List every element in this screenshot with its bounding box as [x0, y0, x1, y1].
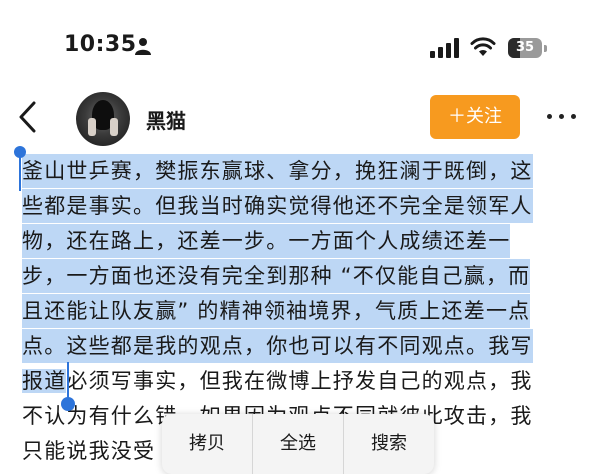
- search-menu-item[interactable]: 搜索: [344, 414, 434, 474]
- back-icon[interactable]: [14, 98, 44, 136]
- wifi-icon: [470, 37, 496, 56]
- selection-end-handle[interactable]: [61, 397, 75, 411]
- person-icon: [135, 38, 151, 55]
- battery-level: 35: [515, 40, 535, 55]
- copy-menu-item[interactable]: 拷贝: [162, 414, 252, 474]
- avatar[interactable]: [76, 92, 130, 146]
- article-line: 釜山世乒赛，樊振东赢球、拿分，挽狂澜于既倒，这: [22, 154, 533, 188]
- follow-button[interactable]: ＋关注: [430, 95, 520, 139]
- selection-start-caret: [19, 153, 21, 191]
- selected-text: 报道: [22, 369, 67, 393]
- article-line: 只能说我没受: [22, 439, 156, 463]
- article-line: 步，一方面也还没有完全到那种 “不仅能自己赢，而: [22, 259, 531, 293]
- status-time: 10:35: [64, 32, 137, 57]
- article-line: 且还能让队友赢” 的精神领袖境界，气质上还差一点: [22, 294, 531, 328]
- selection-end-caret: [67, 362, 69, 400]
- context-menu: 拷贝 全选 搜索: [162, 414, 434, 474]
- signal-icon: [430, 38, 459, 58]
- article-line: 些都是事实。但我当时确实觉得他还不完全是领军人: [22, 189, 533, 223]
- username[interactable]: 黑猫: [146, 105, 186, 134]
- status-bar: 10:35 35: [0, 0, 600, 90]
- select-all-menu-item[interactable]: 全选: [253, 414, 343, 474]
- battery-icon: 35: [508, 38, 548, 58]
- unselected-text: 必须写事实，但我在微博上抒发自己的观点，我: [66, 369, 533, 393]
- article-line: 报道必须写事实，但我在微博上抒发自己的观点，我: [22, 364, 533, 398]
- more-icon[interactable]: [544, 104, 580, 128]
- article-line: 物，还在路上，还差一步。一方面个人成绩还差一: [22, 224, 511, 258]
- nav-bar: 黑猫 ＋关注: [0, 88, 600, 148]
- article-line: 点。这些都是我的观点，你也可以有不同观点。我写: [22, 329, 533, 363]
